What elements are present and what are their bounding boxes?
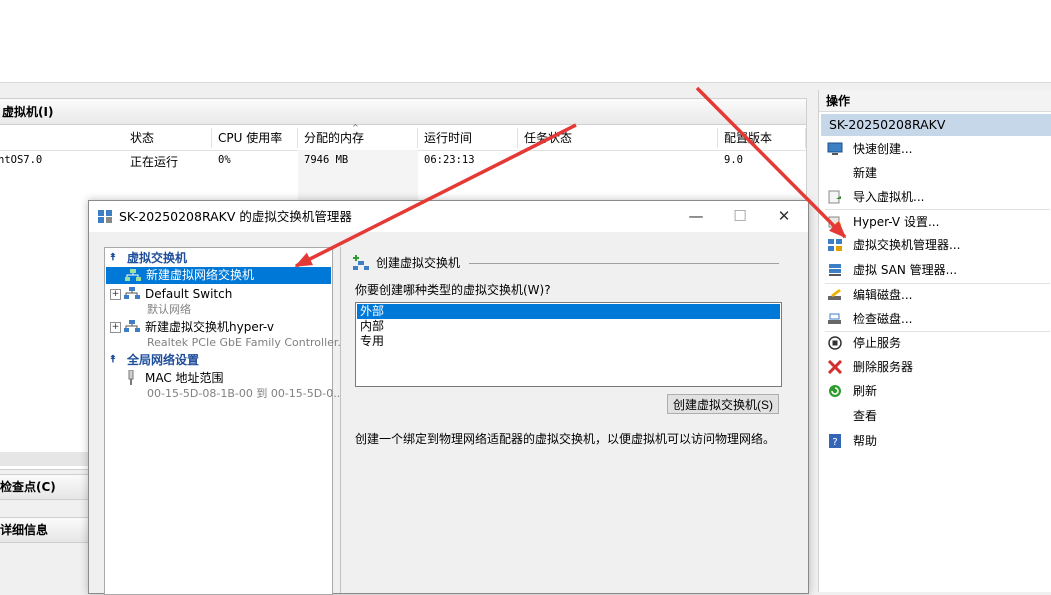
create-switch-icon (353, 255, 369, 270)
details-panel-title[interactable]: 详细信息 (0, 517, 91, 543)
vm-version: 9.0 (724, 154, 743, 166)
tree-item-hyperv-switch[interactable]: 新建虚拟交换机hyper-v (145, 319, 274, 335)
tree-group-virtual-switches[interactable]: ⯭ 虚拟交换机 (106, 250, 330, 266)
mac-address-icon (128, 370, 134, 385)
tree-item-new-switch[interactable]: 新建虚拟网络交换机 (106, 267, 331, 284)
switch-tree: ⯭ 虚拟交换机 新建虚拟网络交换机 + Default Switch 默认网络 … (104, 247, 348, 595)
action-hyperv-settings[interactable]: Hyper-V 设置... (825, 211, 1050, 233)
inspect-disk-icon (828, 313, 841, 324)
tree-group-global-settings[interactable]: ⯭ 全局网络设置 (106, 352, 330, 368)
san-icon (829, 264, 841, 276)
action-quick-create[interactable]: 快速创建... (825, 138, 1050, 160)
action-san-manager[interactable]: 虚拟 SAN 管理器... (825, 259, 1050, 281)
switch-type-option-private[interactable]: 专用 (357, 334, 780, 349)
dialog-titlebar[interactable]: SK-20250208RAKV 的虚拟交换机管理器 — ☐ ✕ (89, 201, 808, 232)
col-uptime[interactable]: 运行时间 (418, 128, 518, 148)
switch-manager-dialog: SK-20250208RAKV 的虚拟交换机管理器 — ☐ ✕ ⯭ 虚拟交换机 … (88, 200, 809, 595)
checkpoints-panel-title[interactable]: 检查点(C) (0, 474, 91, 500)
col-state[interactable]: 状态 (124, 128, 212, 148)
vm-panel-title: 虚拟机(I) (0, 99, 806, 125)
create-switch-button[interactable]: 创建虚拟交换机(S) (667, 394, 779, 414)
action-refresh[interactable]: 刷新 (825, 380, 1050, 402)
minimize-button[interactable]: — (674, 201, 718, 232)
action-view[interactable]: 查看 (825, 405, 1050, 427)
actions-host-header[interactable]: SK-20250208RAKV (821, 114, 1051, 136)
actions-header: 操作 (819, 90, 1051, 112)
network-switch-icon (124, 287, 140, 299)
tree-item-default-switch[interactable]: Default Switch (145, 286, 232, 302)
switch-type-listbox[interactable]: 外部 内部 专用 (355, 302, 782, 387)
close-button[interactable]: ✕ (762, 201, 806, 232)
quick-create-icon (827, 142, 843, 155)
action-inspect-disk[interactable]: 检查磁盘... (825, 308, 1050, 330)
action-switch-manager[interactable]: 虚拟交换机管理器... (825, 234, 1050, 256)
svg-text:?: ? (832, 437, 837, 448)
switch-type-question: 你要创建哪种类型的虚拟交换机(W)? (355, 283, 551, 297)
action-import-vm[interactable]: 导入虚拟机... (825, 186, 1050, 208)
vm-memory: 7946 MB (304, 154, 349, 166)
switch-manager-icon (828, 239, 842, 251)
horizontal-scrollbar[interactable] (0, 452, 90, 466)
vm-uptime: 06:23:13 (424, 154, 475, 166)
tree-item-default-switch-sub: 默认网络 (147, 303, 191, 316)
edit-disk-icon (828, 289, 841, 300)
collapse-chevron-icon[interactable]: ⯭ (110, 352, 116, 368)
actions-separator (825, 209, 1050, 210)
col-version[interactable]: 配置版本 (718, 128, 806, 148)
create-switch-pane: 创建虚拟交换机 你要创建哪种类型的虚拟交换机(W)? 外部 内部 专用 创建虚拟… (340, 247, 791, 593)
vm-name: ntOS7.0 (0, 154, 43, 166)
collapse-chevron-icon[interactable]: ⯭ (110, 250, 116, 266)
settings-icon (828, 216, 841, 228)
action-new[interactable]: 新建 (825, 162, 1050, 184)
refresh-icon (829, 385, 841, 397)
tree-item-mac-range[interactable]: MAC 地址范围 (145, 370, 224, 386)
tree-item-mac-range-sub: 00-15-5D-08-1B-00 到 00-15-5D-0... (147, 387, 344, 400)
import-icon (828, 190, 841, 204)
network-switch-icon (125, 269, 141, 281)
col-cpu[interactable]: CPU 使用率 (212, 128, 298, 148)
toolbar-area (0, 0, 1051, 83)
vm-state: 正在运行 (130, 155, 179, 169)
stop-icon (828, 336, 842, 350)
sort-indicator-icon: ^ (352, 123, 359, 132)
action-edit-disk[interactable]: 编辑磁盘... (825, 284, 1050, 306)
action-stop-service[interactable]: 停止服务 (825, 332, 1050, 354)
delete-icon (827, 360, 843, 374)
col-task[interactable]: 任务状态 (518, 128, 718, 148)
vm-cpu: 0% (218, 154, 231, 166)
switch-type-option-external[interactable]: 外部 (357, 304, 780, 319)
action-delete-server[interactable]: 删除服务器 (825, 356, 1050, 378)
separator-strip (0, 83, 818, 93)
section-title: 创建虚拟交换机 (376, 256, 461, 270)
tree-item-hyperv-switch-sub: Realtek PCIe GbE Family Controller... (147, 336, 348, 349)
maximize-button[interactable]: ☐ (718, 201, 762, 232)
actions-pane: 操作 SK-20250208RAKV 快速创建... 新建 导入虚拟机... H… (818, 90, 1051, 592)
action-help[interactable]: ? 帮助 (825, 430, 1050, 452)
switch-manager-icon (98, 210, 112, 223)
dialog-title: SK-20250208RAKV 的虚拟交换机管理器 (119, 209, 352, 224)
switch-type-option-internal[interactable]: 内部 (357, 319, 780, 334)
network-switch-icon (124, 320, 140, 332)
help-icon: ? (829, 434, 841, 448)
section-divider (469, 263, 779, 264)
switch-type-description: 创建一个绑定到物理网络适配器的虚拟交换机，以便虚拟机可以访问物理网络。 (355, 432, 776, 446)
expand-default-switch-icon[interactable]: + (110, 289, 121, 300)
table-row[interactable] (0, 150, 806, 170)
expand-hyperv-switch-icon[interactable]: + (110, 322, 121, 333)
